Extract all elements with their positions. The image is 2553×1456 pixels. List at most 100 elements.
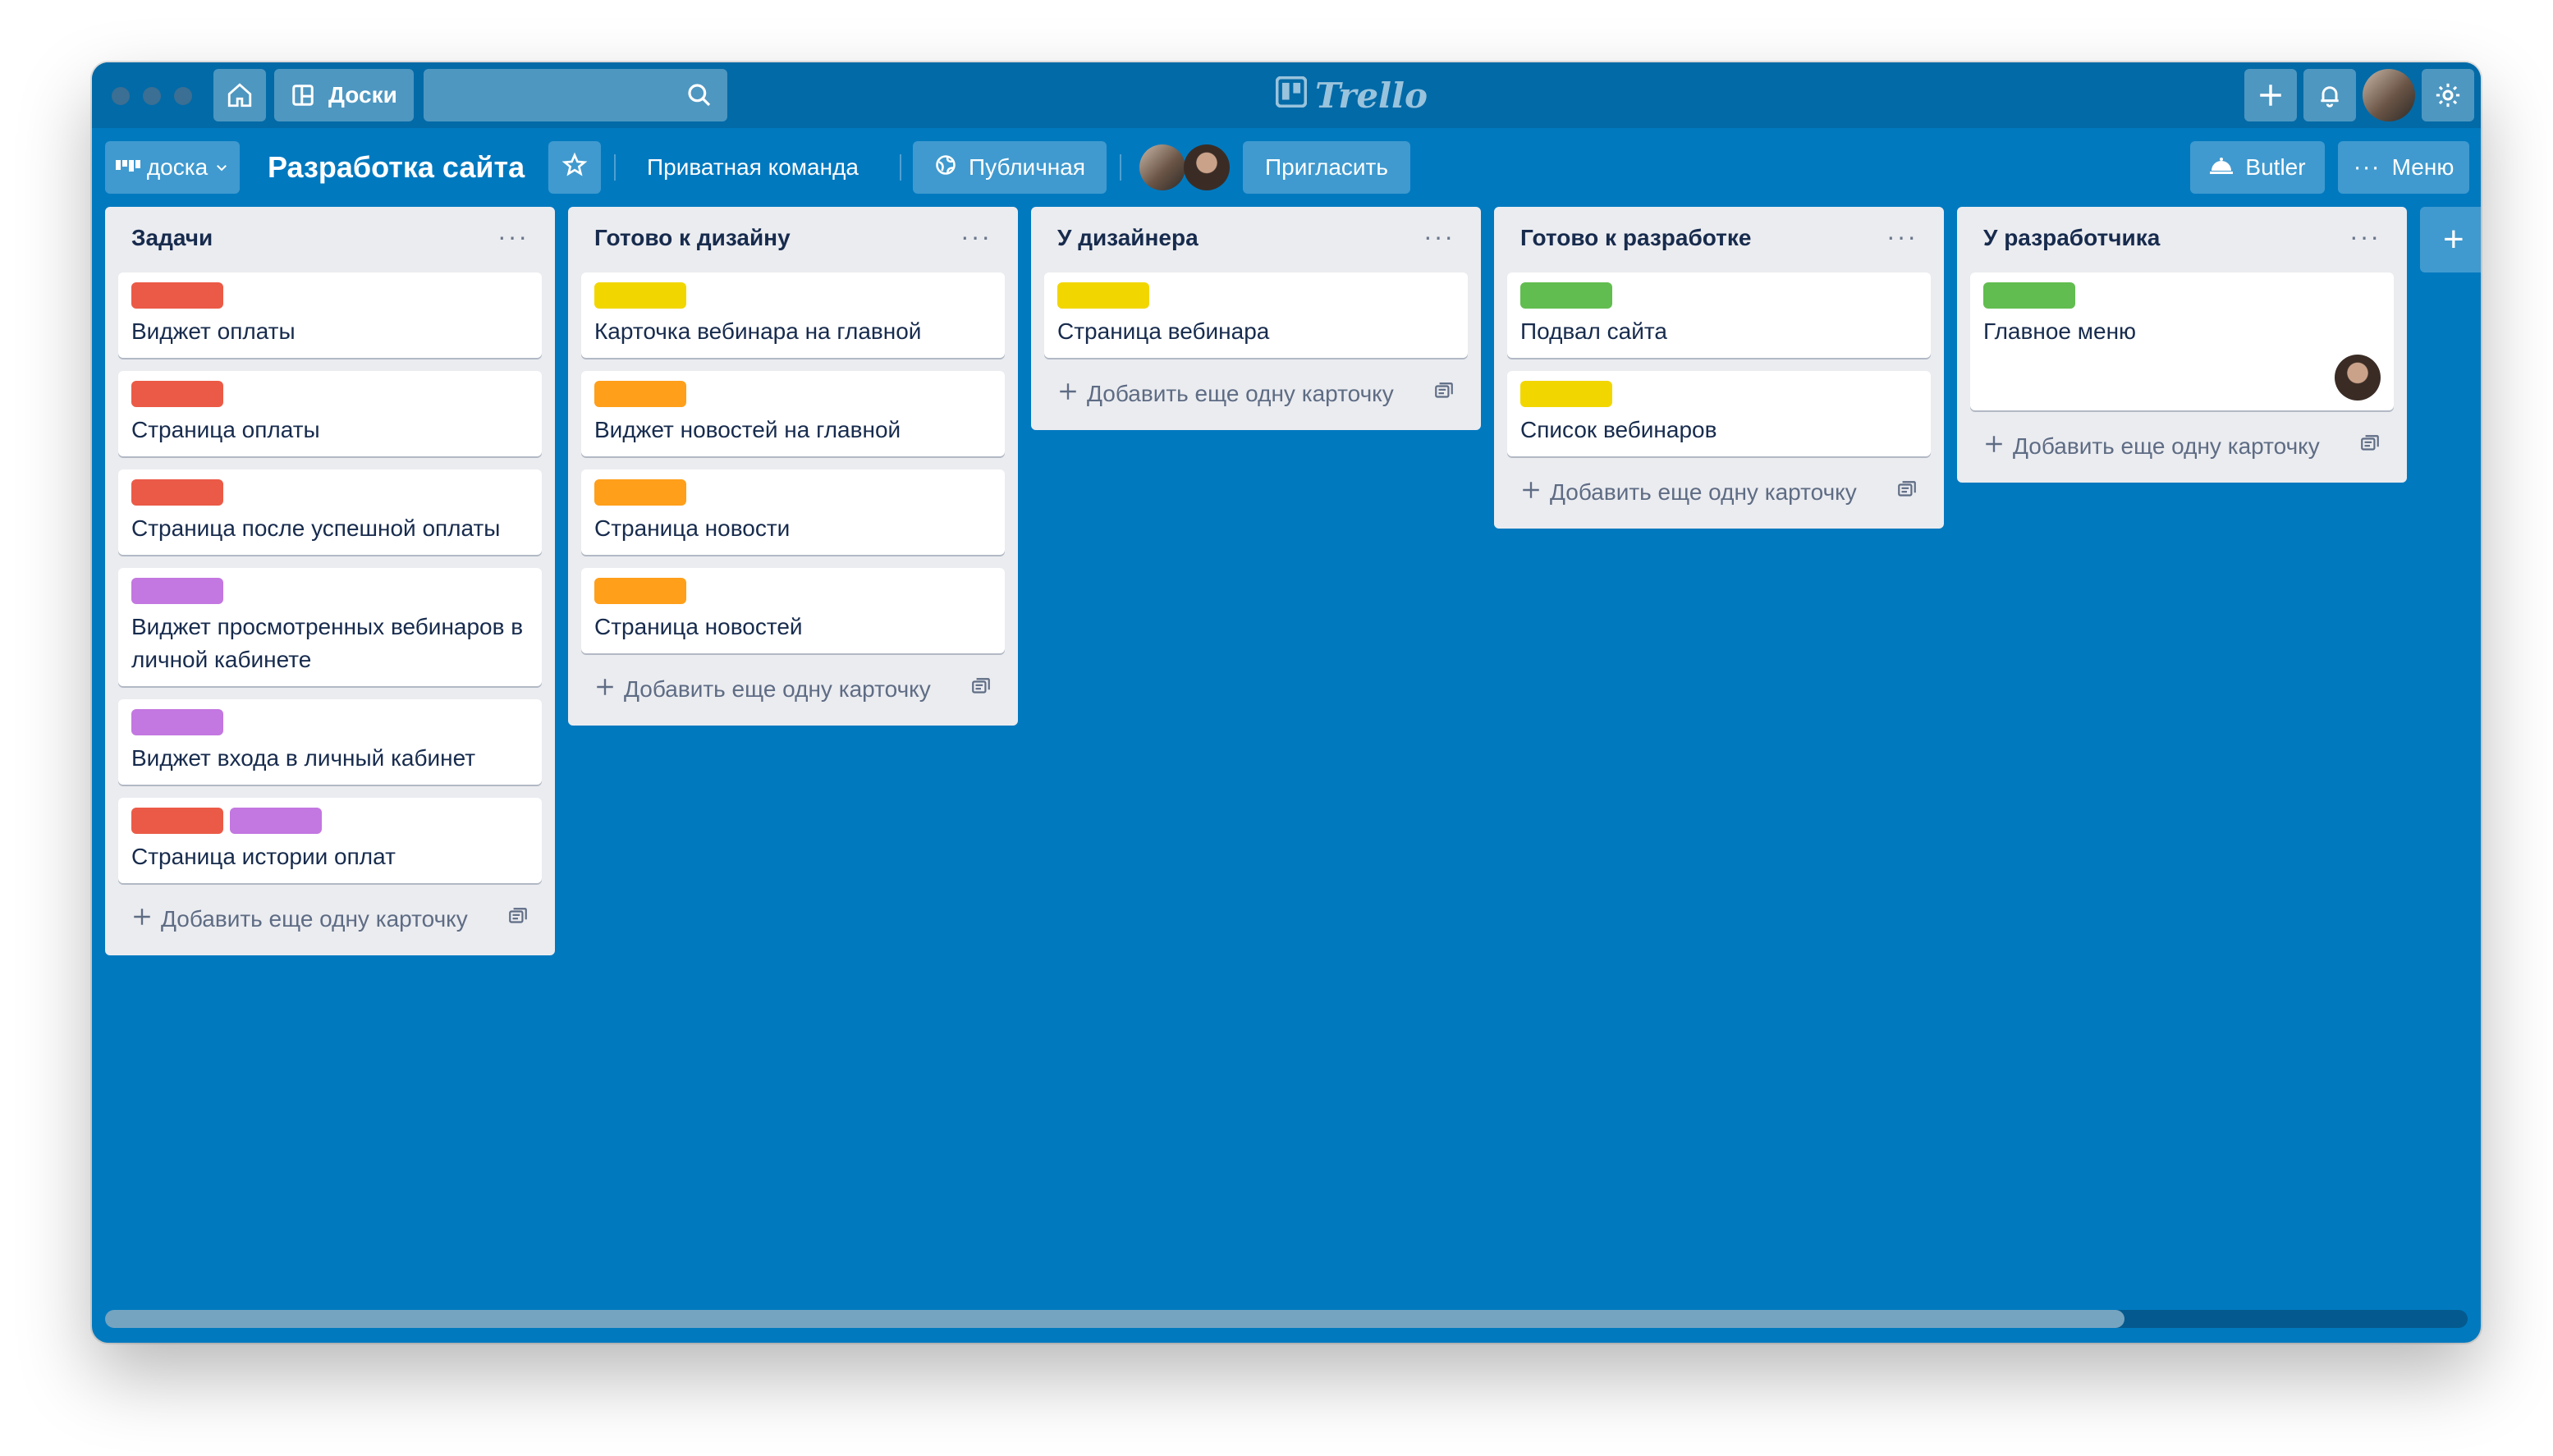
list-header: Готово к дизайну ··· bbox=[581, 207, 1005, 272]
add-card-label: Добавить еще одну карточку bbox=[624, 676, 931, 702]
visibility-button[interactable]: Публичная bbox=[913, 141, 1107, 194]
add-card-button[interactable]: Добавить еще одну карточку bbox=[1507, 469, 1931, 515]
card-template-icon[interactable] bbox=[507, 906, 529, 933]
card[interactable]: Страница оплаты bbox=[118, 371, 542, 456]
card-label-yellow[interactable] bbox=[1520, 381, 1612, 407]
card-template-icon[interactable] bbox=[1896, 479, 1918, 506]
gear-icon bbox=[2434, 81, 2462, 109]
list-menu-icon[interactable]: ··· bbox=[960, 222, 992, 252]
list-menu-icon[interactable]: ··· bbox=[497, 222, 529, 252]
card-label-yellow[interactable] bbox=[594, 282, 686, 309]
list-title[interactable]: Готово к разработке bbox=[1520, 225, 1751, 251]
card[interactable]: Страница после успешной оплаты bbox=[118, 469, 542, 555]
list-header: У разработчика ··· bbox=[1970, 207, 2394, 272]
settings-button[interactable] bbox=[2422, 69, 2474, 121]
card-labels bbox=[594, 282, 992, 309]
add-card-label: Добавить еще одну карточку bbox=[2013, 433, 2320, 459]
member-avatar[interactable] bbox=[1139, 144, 1185, 190]
butler-button[interactable]: Butler bbox=[2190, 141, 2325, 194]
list-column[interactable]: У дизайнера ··· Страница вебинара Добавить … bbox=[1031, 207, 1481, 430]
card-label-purple[interactable] bbox=[131, 578, 223, 604]
card-template-icon[interactable] bbox=[970, 676, 992, 703]
window-zoom-button[interactable] bbox=[174, 87, 192, 105]
plus-icon bbox=[1520, 479, 1542, 506]
header-divider bbox=[614, 154, 616, 181]
card-label-yellow[interactable] bbox=[1057, 282, 1149, 309]
home-button[interactable] bbox=[213, 69, 266, 121]
list-title[interactable]: Готово к дизайну bbox=[594, 225, 791, 251]
card-labels bbox=[131, 479, 529, 506]
card[interactable]: Виджет входа в личный кабинет bbox=[118, 699, 542, 785]
card-label-purple[interactable] bbox=[131, 709, 223, 735]
card-label-orange[interactable] bbox=[594, 578, 686, 604]
card[interactable]: Страница истории оплат bbox=[118, 798, 542, 883]
card-title: Страница после успешной оплаты bbox=[131, 515, 501, 541]
add-card-button[interactable]: Добавить еще одну карточку bbox=[118, 896, 542, 942]
user-avatar[interactable] bbox=[2363, 69, 2415, 121]
add-card-button[interactable]: Добавить еще одну карточку bbox=[1044, 371, 1468, 417]
card[interactable]: Виджет новостей на главной bbox=[581, 371, 1005, 456]
card-label-green[interactable] bbox=[1520, 282, 1612, 309]
list-menu-icon[interactable]: ··· bbox=[1423, 222, 1455, 252]
list-title[interactable]: У дизайнера bbox=[1057, 225, 1199, 251]
search-icon bbox=[686, 82, 713, 112]
invite-button[interactable]: Пригласить bbox=[1243, 141, 1410, 194]
card-label-red[interactable] bbox=[131, 479, 223, 506]
card-title: Страница новостей bbox=[594, 614, 803, 639]
more-icon: ··· bbox=[2353, 153, 2381, 181]
card[interactable]: Страница вебинара bbox=[1044, 272, 1468, 358]
boards-button[interactable]: Доски bbox=[274, 69, 414, 121]
add-card-label: Добавить еще одну карточку bbox=[1087, 381, 1394, 406]
card[interactable]: Подвал сайта bbox=[1507, 272, 1931, 358]
trello-logo[interactable]: Trello bbox=[1275, 72, 1428, 118]
card[interactable]: Страница новостей bbox=[581, 568, 1005, 653]
header-divider bbox=[1120, 154, 1121, 181]
card-label-purple[interactable] bbox=[230, 808, 322, 834]
list-column[interactable]: У разработчика ··· Главное меню Добавить ещ… bbox=[1957, 207, 2407, 483]
list-menu-icon[interactable]: ··· bbox=[2349, 222, 2381, 252]
horizontal-scrollbar[interactable] bbox=[105, 1310, 2468, 1328]
show-menu-button[interactable]: ··· Меню bbox=[2338, 141, 2469, 194]
card-template-icon[interactable] bbox=[2359, 433, 2381, 460]
card[interactable]: Виджет оплаты bbox=[118, 272, 542, 358]
board-title[interactable]: Разработка сайта bbox=[268, 144, 525, 190]
list-column[interactable]: Готово к дизайну ··· Карточка вебинара на … bbox=[568, 207, 1018, 726]
list-title[interactable]: Задачи bbox=[131, 225, 213, 251]
card[interactable]: Список вебинаров bbox=[1507, 371, 1931, 456]
add-list-button[interactable]: + bbox=[2420, 207, 2481, 272]
menu-label: Меню bbox=[2391, 154, 2454, 180]
window-close-button[interactable] bbox=[112, 87, 130, 105]
list-column[interactable]: Готово к разработке ··· Подвал сайта Список… bbox=[1494, 207, 1944, 529]
card[interactable]: Главное меню bbox=[1970, 272, 2394, 410]
card-label-green[interactable] bbox=[1983, 282, 2075, 309]
card-label-orange[interactable] bbox=[594, 381, 686, 407]
developer-avatar[interactable] bbox=[2335, 355, 2381, 401]
add-card-button[interactable]: Добавить еще одну карточку bbox=[581, 666, 1005, 712]
list-title[interactable]: У разработчика bbox=[1983, 225, 2160, 251]
search-input[interactable] bbox=[424, 69, 727, 121]
card-label-red[interactable] bbox=[131, 282, 223, 309]
card-label-red[interactable] bbox=[131, 808, 223, 834]
create-button[interactable] bbox=[2244, 69, 2297, 121]
card-label-orange[interactable] bbox=[594, 479, 686, 506]
member-avatar[interactable] bbox=[1184, 144, 1230, 190]
card-labels bbox=[1983, 282, 2381, 309]
card-labels bbox=[131, 282, 529, 309]
window-minimize-button[interactable] bbox=[143, 87, 161, 105]
butler-label: Butler bbox=[2245, 154, 2306, 180]
card[interactable]: Карточка вебинара на главной bbox=[581, 272, 1005, 358]
add-card-button[interactable]: Добавить еще одну карточку bbox=[1970, 424, 2394, 469]
list-menu-icon[interactable]: ··· bbox=[1886, 222, 1918, 252]
card-label-red[interactable] bbox=[131, 381, 223, 407]
list-column[interactable]: Задачи ··· Виджет оплаты Страница оплаты Стр… bbox=[105, 207, 555, 955]
top-header: Доски Trello bbox=[92, 62, 2481, 128]
card[interactable]: Страница новости bbox=[581, 469, 1005, 555]
star-board-button[interactable] bbox=[548, 141, 601, 194]
invite-label: Пригласить bbox=[1265, 154, 1388, 180]
board-view-switcher[interactable]: доска bbox=[105, 141, 240, 194]
notifications-button[interactable] bbox=[2303, 69, 2356, 121]
card-template-icon[interactable] bbox=[1433, 381, 1455, 408]
card[interactable]: Виджет просмотренных вебинаров в личной … bbox=[118, 568, 542, 686]
scrollbar-thumb[interactable] bbox=[105, 1310, 2124, 1328]
team-button[interactable]: Приватная команда bbox=[647, 141, 859, 194]
